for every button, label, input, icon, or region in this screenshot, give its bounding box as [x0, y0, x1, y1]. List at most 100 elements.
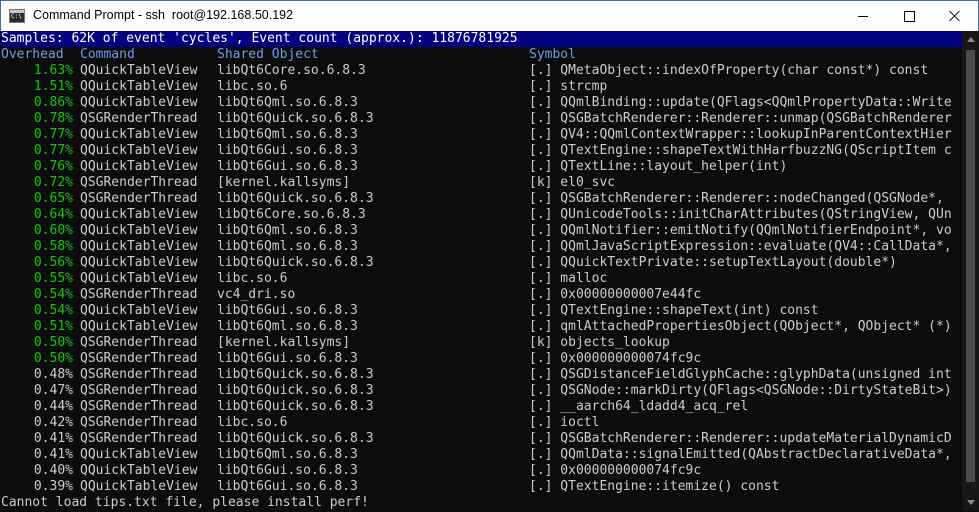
perf-row-shared-object: libQt6Quick.so.6.8.3 [217, 399, 374, 414]
perf-row[interactable]: 0.65% QSGRenderThread libQt6Quick.so.6.8.3… [1, 191, 962, 207]
perf-row-symbol: [.] QSGBatchRenderer::Renderer::updateMa… [529, 431, 952, 446]
perf-row-shared-object: [kernel.kallsyms] [217, 175, 351, 190]
scroll-down-button[interactable] [962, 494, 979, 511]
perf-row[interactable]: 1.63% QQuickTableView libQt6Core.so.6.8.3 [… [1, 63, 962, 79]
perf-row-overhead: 0.78% [33, 111, 73, 126]
perf-row-command: QSGRenderThread [80, 111, 198, 126]
scroll-up-button[interactable] [962, 31, 979, 48]
scroll-down-arrow-icon [966, 500, 975, 505]
perf-footer-text: Cannot load tips.txt file, please instal… [1, 495, 369, 510]
perf-row-shared-object: libQt6Gui.so.6.8.3 [217, 303, 358, 318]
perf-row-overhead: 0.44% [33, 399, 73, 414]
perf-row-command: QQuickTableView [80, 255, 198, 270]
perf-row-overhead: 0.39% [33, 479, 73, 494]
perf-row[interactable]: 0.44% QSGRenderThread libQt6Quick.so.6.8.3… [1, 399, 962, 415]
perf-row-shared-object: libQt6Qml.so.6.8.3 [217, 95, 358, 110]
perf-row[interactable]: 0.56% QQuickTableView libQt6Quick.so.6.8.3… [1, 255, 962, 271]
perf-row-command: QQuickTableView [80, 127, 198, 142]
perf-row-shared-object: libQt6Core.so.6.8.3 [217, 63, 366, 78]
perf-row-command: QQuickTableView [80, 463, 198, 478]
perf-row[interactable]: 0.55% QQuickTableView libc.so.6 [.] malloc [1, 271, 962, 287]
perf-row[interactable]: 0.54% QSGRenderThread vc4_dri.so [.] 0x0000… [1, 287, 962, 303]
perf-row[interactable]: 0.42% QSGRenderThread libc.so.6 [.] ioctl [1, 415, 962, 431]
perf-row[interactable]: 0.76% QQuickTableView libQt6Gui.so.6.8.3 [.… [1, 159, 962, 175]
perf-row[interactable]: 1.51% QQuickTableView libc.so.6 [.] strcmp [1, 79, 962, 95]
perf-row-overhead: 0.76% [33, 159, 73, 174]
perf-row-shared-object: vc4_dri.so [217, 287, 296, 302]
header-shared-object: Shared Object [217, 47, 319, 62]
perf-row[interactable]: 0.50% QSGRenderThread libQt6Gui.so.6.8.3 [.… [1, 351, 962, 367]
maximize-button[interactable] [886, 1, 932, 31]
perf-row-overhead: 0.41% [33, 431, 73, 446]
title-bar[interactable]: Command Prompt - ssh root@192.168.50.192 [0, 0, 979, 31]
scroll-up-arrow-icon [966, 37, 975, 42]
scrollbar-thumb[interactable] [966, 50, 975, 482]
perf-row[interactable]: 0.64% QQuickTableView libQt6Core.so.6.8.3 [… [1, 207, 962, 223]
perf-row-symbol: [.] QSGBatchRenderer::Renderer::nodeChan… [529, 191, 944, 206]
perf-row-command: QSGRenderThread [80, 175, 198, 190]
perf-row-shared-object: libQt6Qml.so.6.8.3 [217, 127, 358, 142]
perf-row-symbol: [.] malloc [529, 271, 608, 286]
perf-row-shared-object: libQt6Quick.so.6.8.3 [217, 383, 374, 398]
perf-row-symbol: [.] QTextEngine::itemize() const [529, 479, 780, 494]
header-symbol: Symbol [529, 47, 576, 62]
perf-row-command: QSGRenderThread [80, 287, 198, 302]
perf-row[interactable]: 0.54% QQuickTableView libQt6Gui.so.6.8.3 [.… [1, 303, 962, 319]
perf-row-overhead: 0.65% [33, 191, 73, 206]
perf-row-command: QQuickTableView [80, 63, 198, 78]
perf-row-overhead: 0.54% [33, 303, 73, 318]
perf-row[interactable]: 0.60% QQuickTableView libQt6Qml.so.6.8.3 [.… [1, 223, 962, 239]
perf-row[interactable]: 0.41% QQuickTableView libQt6Qml.so.6.8.3 [.… [1, 447, 962, 463]
perf-row[interactable]: 0.47% QSGRenderThread libQt6Quick.so.6.8.3… [1, 383, 962, 399]
perf-row-symbol: [.] QQmlNotifier::emitNotify(QQmlNotifie… [529, 223, 952, 238]
perf-row[interactable]: 0.51% QQuickTableView libQt6Qml.so.6.8.3 [.… [1, 319, 962, 335]
perf-row[interactable]: 0.41% QSGRenderThread libQt6Quick.so.6.8.3… [1, 431, 962, 447]
maximize-icon [903, 10, 915, 22]
perf-row-symbol: [.] 0x000000000074fc9c [529, 463, 702, 478]
perf-row-shared-object: libQt6Qml.so.6.8.3 [217, 239, 358, 254]
perf-row-command: QSGRenderThread [80, 367, 198, 382]
perf-summary-line: Samples: 62K of event 'cycles', Event co… [1, 31, 962, 47]
perf-row[interactable]: 0.48% QSGRenderThread libQt6Quick.so.6.8.3… [1, 367, 962, 383]
perf-row[interactable]: 0.40% QQuickTableView libQt6Gui.so.6.8.3 [.… [1, 463, 962, 479]
perf-row-command: QSGRenderThread [80, 415, 198, 430]
terminal-output[interactable]: Samples: 62K of event 'cycles', Event co… [1, 31, 962, 511]
vertical-scrollbar[interactable] [962, 31, 979, 511]
perf-row-overhead: 1.63% [33, 63, 73, 78]
perf-row-overhead: 0.72% [33, 175, 73, 190]
minimize-button[interactable] [840, 1, 886, 31]
perf-row-command: QQuickTableView [80, 271, 198, 286]
perf-row-command: QQuickTableView [80, 239, 198, 254]
perf-row[interactable]: 0.58% QQuickTableView libQt6Qml.so.6.8.3 [.… [1, 239, 962, 255]
perf-row[interactable]: 0.72% QSGRenderThread [kernel.kallsyms] [k]… [1, 175, 962, 191]
perf-row-command: QQuickTableView [80, 319, 198, 334]
perf-row-command: QSGRenderThread [80, 351, 198, 366]
perf-row-overhead: 0.64% [33, 207, 73, 222]
perf-row-command: QQuickTableView [80, 447, 198, 462]
perf-row[interactable]: 0.77% QQuickTableView libQt6Qml.so.6.8.3 [.… [1, 127, 962, 143]
window-title: Command Prompt - ssh root@192.168.50.192 [33, 8, 294, 22]
perf-row-symbol: [.] QQmlData::signalEmitted(QAbstractDec… [529, 447, 952, 462]
perf-row-overhead: 0.50% [33, 351, 73, 366]
perf-row-symbol: [.] QSGDistanceFieldGlyphCache::glyphDat… [529, 367, 952, 382]
perf-row-overhead: 0.50% [33, 335, 73, 350]
perf-row[interactable]: 0.50% QSGRenderThread [kernel.kallsyms] [k]… [1, 335, 962, 351]
perf-row-symbol: [.] QTextEngine::shapeTextWithHarfbuzzNG… [529, 143, 952, 158]
close-button[interactable] [932, 1, 978, 31]
perf-row-command: QQuickTableView [80, 95, 198, 110]
perf-row[interactable]: 0.78% QSGRenderThread libQt6Quick.so.6.8.3… [1, 111, 962, 127]
perf-row[interactable]: 0.77% QQuickTableView libQt6Gui.so.6.8.3 [.… [1, 143, 962, 159]
console-app-icon[interactable] [9, 9, 25, 23]
perf-row-symbol: [.] QQuickTextPrivate::setupTextLayout(d… [529, 255, 897, 270]
perf-row-shared-object: libQt6Gui.so.6.8.3 [217, 143, 358, 158]
minimize-icon [858, 15, 868, 17]
perf-row-overhead: 0.60% [33, 223, 73, 238]
perf-row[interactable]: 0.86% QQuickTableView libQt6Qml.so.6.8.3 [.… [1, 95, 962, 111]
perf-row-command: QQuickTableView [80, 79, 198, 94]
perf-row-symbol: [.] QQmlJavaScriptExpression::evaluate(Q… [529, 239, 952, 254]
perf-row-command: QSGRenderThread [80, 191, 198, 206]
perf-row-symbol: [.] QTextLine::layout_helper(int) [529, 159, 788, 174]
perf-row[interactable]: 0.39% QQuickTableView libQt6Gui.so.6.8.3 [.… [1, 479, 962, 495]
perf-column-header: Overhead Command Shared Object Symbol [1, 47, 962, 63]
perf-row-overhead: 0.42% [33, 415, 73, 430]
